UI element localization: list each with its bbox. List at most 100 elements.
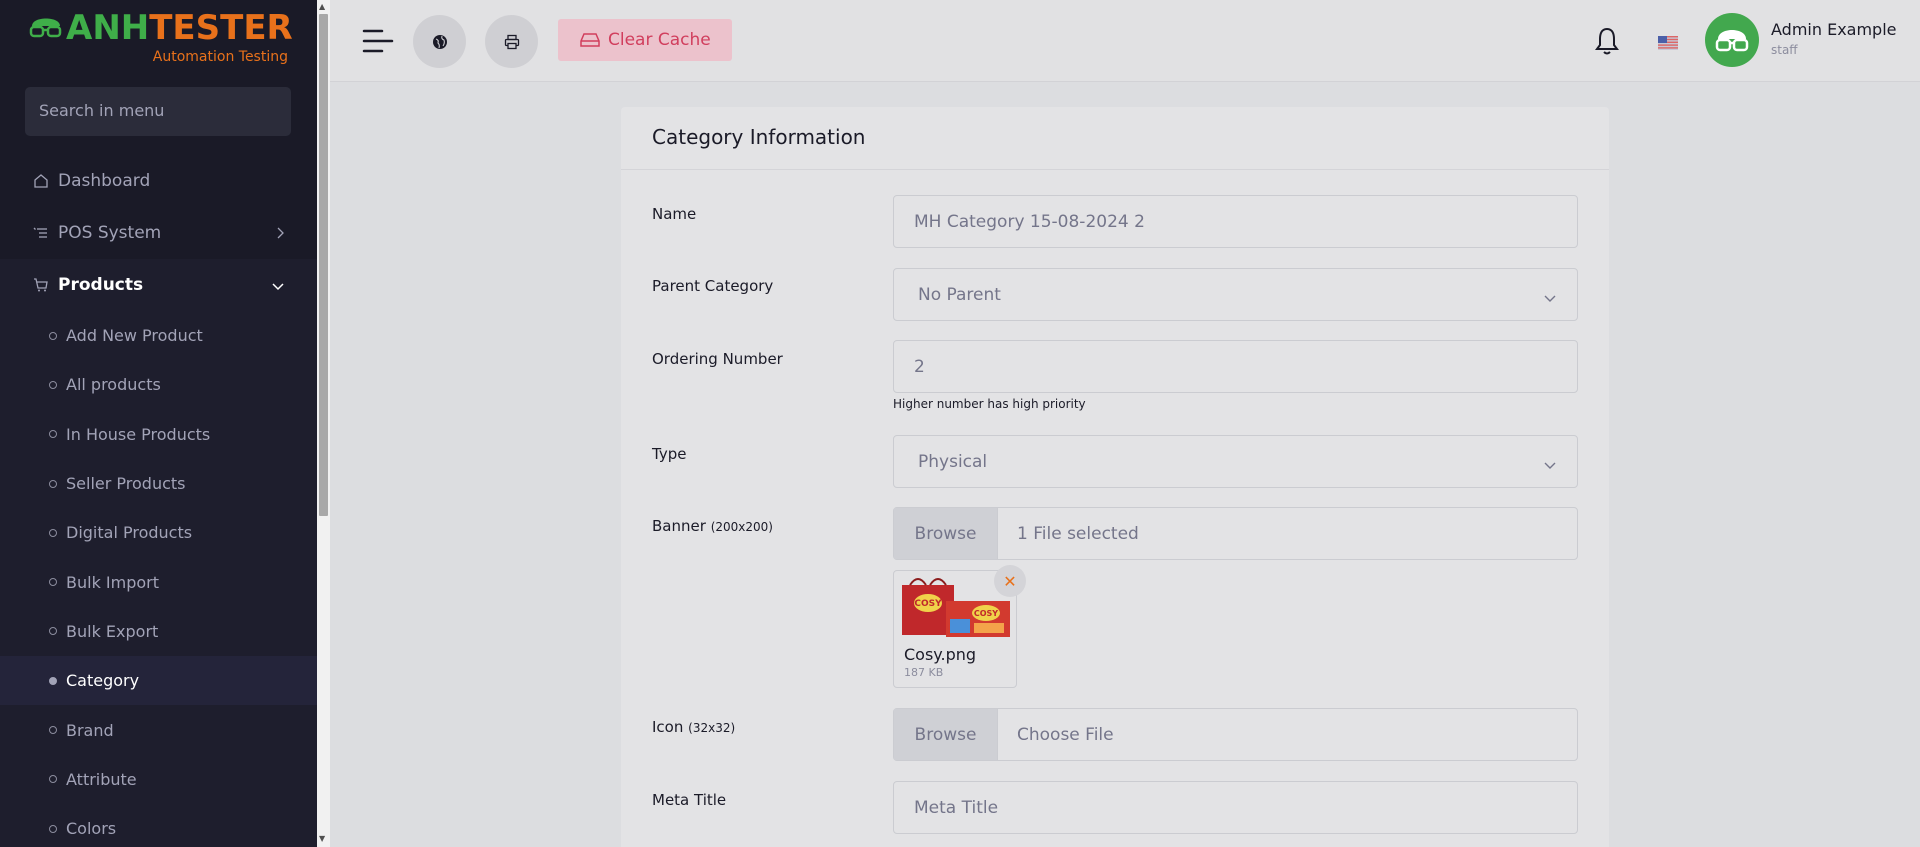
- sidebar-subitem-colors[interactable]: Colors: [0, 804, 317, 847]
- hard-drive-icon: [580, 32, 600, 48]
- sidebar-subitem-bulk-import[interactable]: Bulk Import: [0, 557, 317, 606]
- type-label: Type: [652, 445, 687, 463]
- bullet-icon: [49, 430, 57, 439]
- bullet-icon: [49, 528, 57, 537]
- ordering-number-label: Ordering Number: [652, 350, 783, 368]
- sidebar-subitem-all-products[interactable]: All products: [0, 360, 317, 409]
- banner-file-name: Cosy.png: [904, 645, 977, 664]
- parent-category-select[interactable]: No Parent: [893, 268, 1578, 321]
- products-submenu: Add New Product All products In House Pr…: [0, 311, 317, 847]
- menu-toggle-icon[interactable]: [362, 28, 394, 54]
- avatar-glasses-icon: [1715, 30, 1749, 52]
- user-avatar[interactable]: [1705, 13, 1759, 67]
- icon-browse-button[interactable]: Browse: [894, 709, 998, 760]
- bullet-icon: [49, 824, 57, 833]
- user-name[interactable]: Admin Example: [1771, 20, 1897, 39]
- remove-file-close-icon[interactable]: ✕: [994, 565, 1026, 597]
- sidebar-nav: Dashboard POS System Products Add New Pr…: [0, 155, 317, 847]
- printer-icon: [504, 34, 519, 49]
- sidebar-subitem-bulk-export[interactable]: Bulk Export: [0, 607, 317, 656]
- globe-icon: [432, 34, 447, 49]
- logo-text: ANHTESTER: [66, 8, 293, 48]
- ordering-number-input[interactable]: 2: [893, 340, 1578, 393]
- logo-text-green: ANH: [66, 8, 150, 48]
- chevron-right-icon: [275, 225, 285, 245]
- sidebar-subitem-digital-products[interactable]: Digital Products: [0, 508, 317, 557]
- banner-file-input[interactable]: Browse 1 File selected: [893, 507, 1578, 560]
- banner-size-hint: (200x200): [710, 520, 773, 534]
- svg-text:COSY: COSY: [974, 609, 998, 618]
- sidebar-subitem-seller-products[interactable]: Seller Products: [0, 459, 317, 508]
- parent-category-label: Parent Category: [652, 277, 774, 295]
- menu-search-input[interactable]: Search in menu: [25, 87, 291, 136]
- icon-file-input[interactable]: Browse Choose File: [893, 708, 1578, 761]
- home-icon: [32, 172, 50, 190]
- sidebar-item-dashboard[interactable]: Dashboard: [0, 155, 317, 207]
- icon-label: Icon (32x32): [652, 718, 735, 736]
- sidebar-subitem-attribute[interactable]: Attribute: [0, 755, 317, 804]
- chevron-down-icon: [271, 277, 285, 297]
- clear-cache-label: Clear Cache: [608, 30, 711, 50]
- sidebar-scrollbar-thumb[interactable]: [319, 14, 328, 516]
- name-label: Name: [652, 205, 697, 223]
- logo-text-orange: TESTER: [149, 8, 293, 48]
- sidebar-subitem-brand[interactable]: Brand: [0, 705, 317, 754]
- list-icon: [32, 224, 50, 242]
- sidebar-subitem-label: Category: [66, 671, 140, 691]
- bullet-icon: [49, 627, 57, 636]
- banner-file-size: 187 KB: [904, 666, 944, 679]
- svg-text:COSY: COSY: [914, 599, 942, 609]
- meta-title-input[interactable]: Meta Title: [893, 781, 1578, 834]
- banner-file-preview: COSY COSY Cosy.png 187 KB ✕: [893, 565, 1026, 688]
- sidebar-subitem-label: Add New Product: [66, 326, 203, 346]
- sidebar-subitem-label: Bulk Import: [66, 572, 160, 592]
- notification-bell-icon[interactable]: [1594, 26, 1620, 56]
- clear-cache-button[interactable]: Clear Cache: [558, 19, 732, 61]
- banner-label: Banner (200x200): [652, 517, 773, 535]
- sidebar-item-products[interactable]: Products: [0, 259, 317, 311]
- meta-title-label: Meta Title: [652, 791, 727, 809]
- logo-glasses-icon: [29, 18, 62, 38]
- sidebar-item-pos-system[interactable]: POS System: [0, 207, 317, 259]
- bullet-icon: [49, 775, 57, 784]
- bullet-icon: [49, 578, 57, 587]
- icon-file-status: Choose File: [1017, 724, 1114, 745]
- type-select[interactable]: Physical: [893, 435, 1578, 488]
- ordering-number-hint: Higher number has high priority: [893, 397, 1086, 411]
- bullet-icon: [49, 479, 57, 488]
- bullet-icon: [49, 331, 57, 340]
- language-flag-us-icon[interactable]: [1658, 35, 1678, 50]
- bullet-icon: [49, 726, 57, 735]
- sidebar-item-label: POS System: [58, 223, 162, 243]
- banner-browse-button[interactable]: Browse: [894, 508, 998, 559]
- banner-file-status: 1 File selected: [1017, 523, 1139, 544]
- sidebar-subitem-add-new-product[interactable]: Add New Product: [0, 311, 317, 360]
- scroll-down-arrow-icon[interactable]: ▼: [319, 834, 325, 843]
- sidebar-subitem-in-house-products[interactable]: In House Products: [0, 410, 317, 459]
- sidebar-item-label: Dashboard: [58, 171, 151, 191]
- name-input[interactable]: MH Category 15-08-2024 2: [893, 195, 1578, 248]
- browse-website-button[interactable]: [413, 15, 466, 68]
- sidebar-subitem-label: Attribute: [66, 769, 137, 789]
- bullet-icon: [49, 676, 57, 685]
- sidebar-subitem-label: All products: [66, 375, 161, 395]
- sidebar-subitem-label: In House Products: [66, 424, 211, 444]
- user-role: staff: [1771, 43, 1798, 57]
- sidebar-subitem-label: Seller Products: [66, 474, 186, 494]
- brand-logo[interactable]: ANHTESTER Automation Testing: [28, 8, 293, 68]
- category-form-card: Category Information Name MH Category 15…: [621, 107, 1609, 847]
- chevron-down-icon: [1543, 289, 1557, 309]
- sidebar-subitem-label: Brand: [66, 720, 114, 740]
- card-title: Category Information: [621, 107, 1609, 170]
- banner-label-text: Banner: [652, 517, 706, 535]
- parent-category-value: No Parent: [918, 284, 1001, 305]
- scroll-up-arrow-icon[interactable]: ▲: [319, 2, 325, 11]
- logo-subtitle: Automation Testing: [152, 49, 288, 65]
- sidebar-subitem-category[interactable]: Category: [0, 656, 317, 706]
- cart-icon: [32, 276, 50, 294]
- pos-print-button[interactable]: [485, 15, 538, 68]
- chevron-down-icon: [1543, 456, 1557, 476]
- sidebar-subitem-label: Bulk Export: [66, 621, 159, 641]
- icon-size-hint: (32x32): [688, 721, 736, 735]
- sidebar-item-label: Products: [58, 275, 144, 295]
